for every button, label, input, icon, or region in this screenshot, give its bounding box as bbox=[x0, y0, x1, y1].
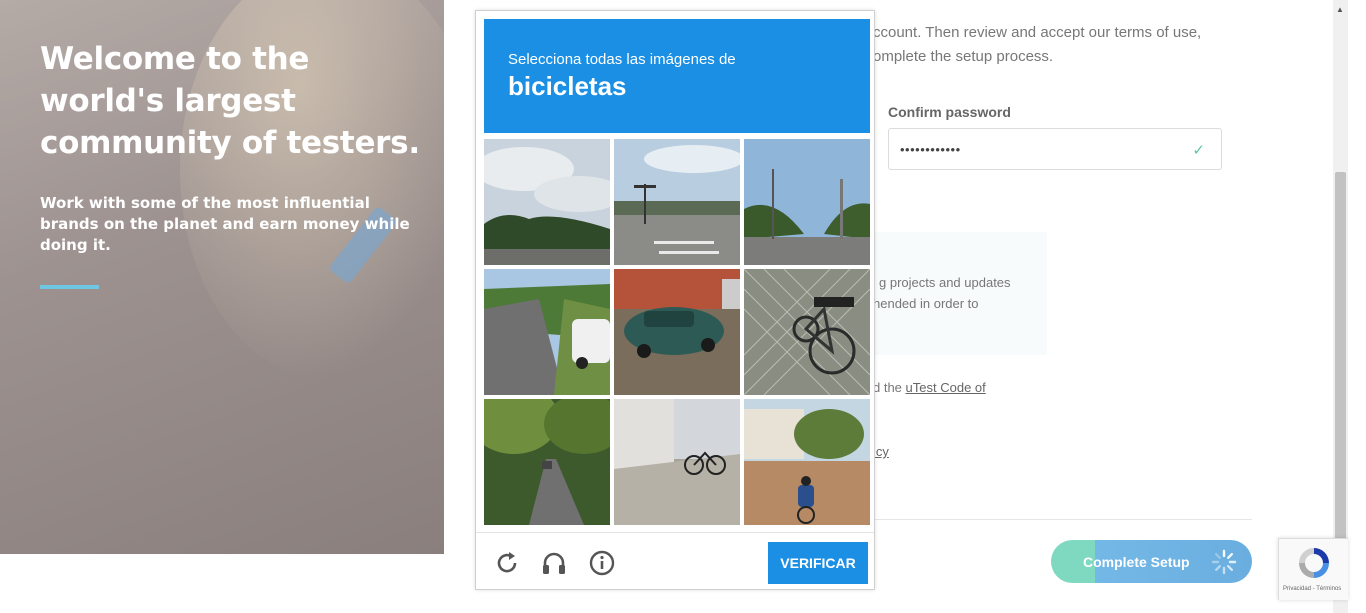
hero-panel: Welcome to the world's largest community… bbox=[0, 0, 444, 554]
reload-icon[interactable] bbox=[493, 549, 521, 577]
notice-line2: hended in order to bbox=[873, 296, 979, 311]
headphones-icon[interactable] bbox=[540, 549, 568, 577]
hero-title: Welcome to the world's largest community… bbox=[40, 41, 420, 161]
scroll-up-icon[interactable]: ▲ bbox=[1336, 5, 1344, 14]
captcha-tile-road-poles[interactable] bbox=[744, 139, 870, 265]
code-of-conduct-link[interactable]: uTest Code of bbox=[906, 380, 986, 395]
form-intro: ccount. Then review and accept our terms… bbox=[873, 21, 1201, 69]
hero-accent-bar bbox=[40, 285, 99, 289]
captcha-header: Selecciona todas las imágenes de bicicle… bbox=[484, 19, 870, 133]
captcha-tile-street-clouds[interactable] bbox=[484, 139, 610, 265]
complete-setup-button[interactable]: Complete Setup bbox=[1051, 540, 1252, 583]
captcha-image-grid bbox=[484, 139, 870, 525]
privacy-policy-link[interactable]: icy bbox=[873, 444, 889, 459]
form-intro-line2: omplete the setup process. bbox=[873, 48, 1054, 65]
captcha-tile-bicycle-fence[interactable] bbox=[744, 269, 870, 395]
notice-box: g projects and updates hended in order t… bbox=[873, 232, 1047, 355]
captcha-instruction: Selecciona todas las imágenes de bbox=[508, 51, 736, 68]
recaptcha-terms[interactable]: Privacidad - Términos bbox=[1283, 586, 1341, 592]
form-divider bbox=[873, 519, 1252, 520]
scrollbar-thumb[interactable] bbox=[1335, 172, 1346, 542]
captcha-tile-road-white-suv[interactable] bbox=[484, 269, 610, 395]
hero-subtitle: Work with some of the most influential b… bbox=[40, 194, 410, 254]
code-prefix: d the bbox=[873, 380, 906, 395]
page-scrollbar[interactable]: ▲ bbox=[1333, 0, 1348, 613]
confirm-password-label: Confirm password bbox=[888, 104, 1011, 120]
captcha-tile-cyclist-street[interactable] bbox=[744, 399, 870, 525]
info-icon[interactable] bbox=[588, 549, 616, 577]
captcha-dialog: Selecciona todas las imágenes de bicicle… bbox=[475, 10, 875, 590]
captcha-tile-tree-lined-street[interactable] bbox=[484, 399, 610, 525]
form-intro-line1: ccount. Then review and accept our terms… bbox=[873, 24, 1202, 41]
recaptcha-badge[interactable]: Privacidad - Términos bbox=[1278, 538, 1348, 600]
recaptcha-logo-icon bbox=[1299, 548, 1329, 578]
verify-button[interactable]: VERIFICAR bbox=[768, 542, 868, 584]
check-icon: ✓ bbox=[1192, 142, 1205, 159]
confirm-password-field[interactable]: •••••••••••• ✓ bbox=[888, 128, 1222, 170]
captcha-tile-sidewalk-bicycle[interactable] bbox=[614, 399, 740, 525]
captcha-footer-divider bbox=[476, 532, 874, 533]
code-of-conduct-line: d the uTest Code of bbox=[873, 380, 986, 395]
captcha-target-object: bicicletas bbox=[508, 71, 627, 101]
notice-line1: g projects and updates bbox=[879, 275, 1011, 290]
spinner-icon bbox=[1211, 549, 1237, 575]
captcha-tile-parked-green-car[interactable] bbox=[614, 269, 740, 395]
confirm-password-value: •••••••••••• bbox=[900, 142, 961, 157]
captcha-tile-intersection[interactable] bbox=[614, 139, 740, 265]
complete-setup-label: Complete Setup bbox=[1083, 554, 1190, 570]
